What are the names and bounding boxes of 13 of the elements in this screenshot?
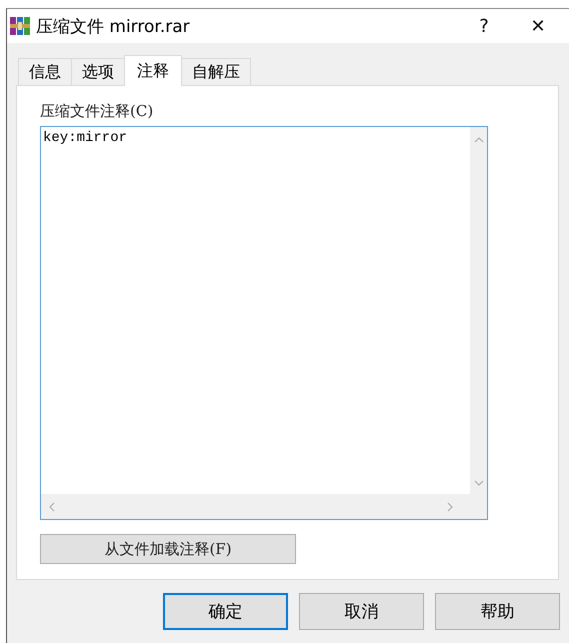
comment-field[interactable]: key:mirror bbox=[40, 126, 488, 520]
dialog-button[interactable]: 帮助 bbox=[435, 593, 560, 630]
dialog-button[interactable]: 确定 bbox=[163, 593, 288, 630]
comment-label: 压缩文件注释(C) bbox=[40, 102, 154, 121]
window-title: 压缩文件 mirror.rar bbox=[36, 16, 191, 38]
dialog-button[interactable]: 取消 bbox=[299, 593, 424, 630]
close-button[interactable]: ✕ bbox=[507, 9, 569, 43]
load-comment-button[interactable]: 从文件加载注释(F) bbox=[40, 534, 296, 564]
tab[interactable]: 注释 bbox=[124, 55, 182, 86]
archive-icon bbox=[9, 15, 31, 37]
tab[interactable]: 信息 bbox=[18, 58, 72, 85]
tab[interactable]: 自解压 bbox=[181, 58, 251, 85]
help-button[interactable]: ? bbox=[461, 9, 507, 43]
